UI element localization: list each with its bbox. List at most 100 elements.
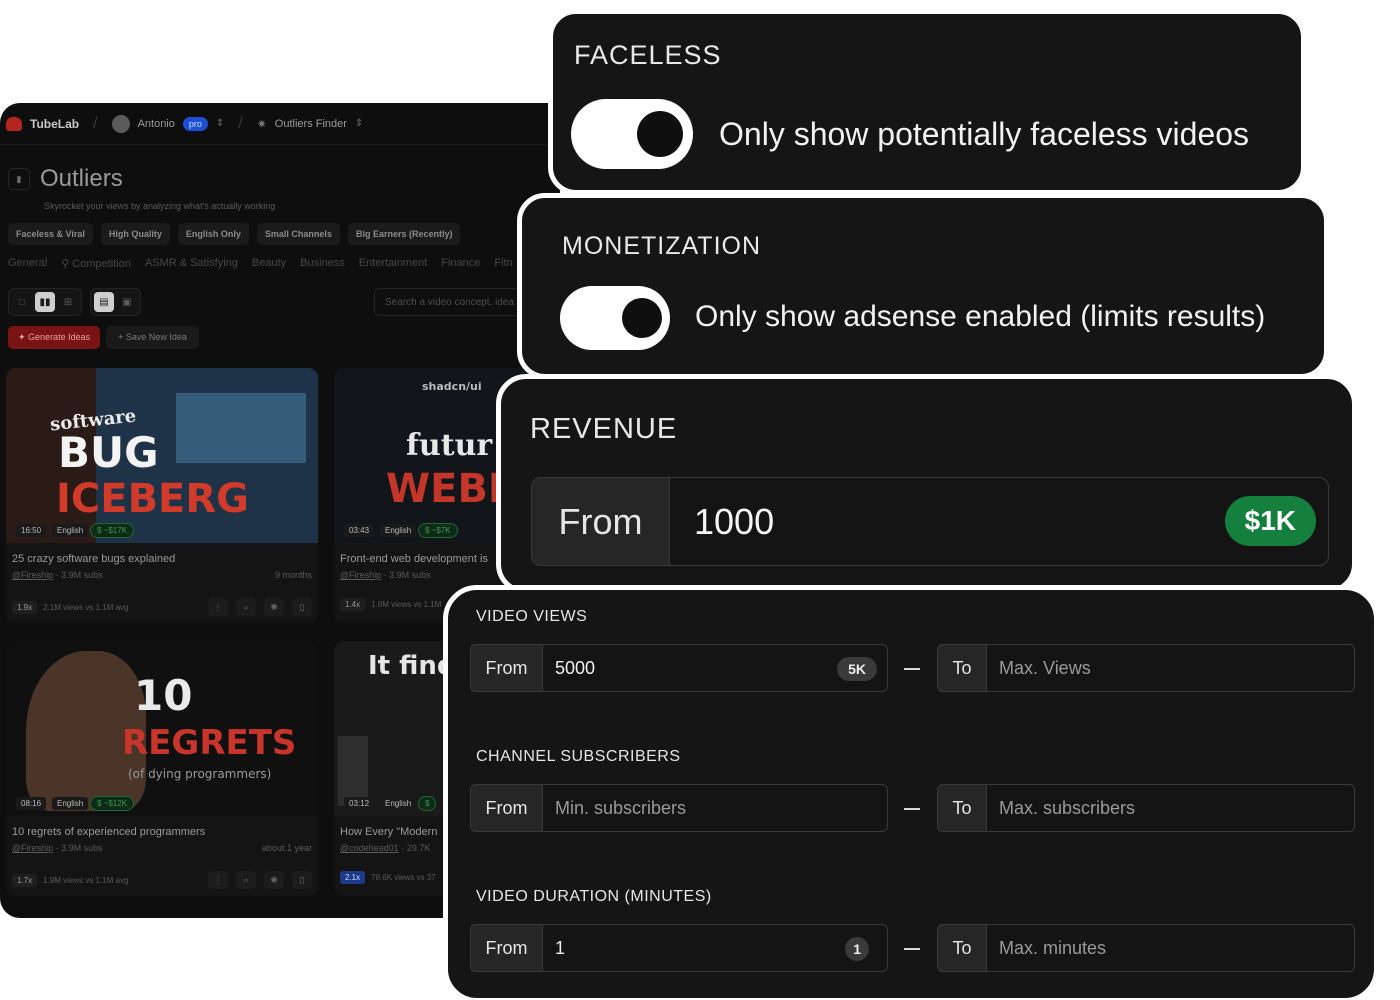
channel-subs: 3.9M subs [389,570,431,580]
video-stats: 1.7x 1.9M views vs 1.1M avg ⋮ ⌕ ✺ ▯ [6,853,318,889]
single-view-icon[interactable]: □ [12,292,32,312]
video-thumbnail[interactable]: software BUG ICEBERG 16:50 English $ ~$1… [6,368,318,543]
range-dash [904,668,920,670]
chevron-updown-icon[interactable]: ⇕ [355,118,363,129]
thumbnail-can [338,736,368,806]
chip-big-earners[interactable]: Big Earners (Recently) [347,223,461,245]
video-age: 9 months [274,570,312,580]
tab-finance[interactable]: Finance [441,257,480,270]
document-icon[interactable]: ▤ [94,292,114,312]
thumbnail-text-2: BUG [58,428,159,477]
user-avatar[interactable] [111,114,130,133]
preset-chips: Faceless & Viral High Quality English On… [8,223,552,245]
tab-beauty[interactable]: Beauty [252,257,286,270]
image-icon[interactable]: ▣ [117,292,137,312]
tab-fitness[interactable]: Fitn [494,257,512,270]
language-badge: English [52,797,89,810]
columns-view-icon[interactable]: ▮▮ [35,292,55,312]
revenue-panel: REVENUE From 1000 $1K [496,374,1357,594]
video-card[interactable]: 10 REGRETS (of dying programmers) 08:16 … [6,641,318,896]
views-to-field[interactable]: To Max. Views [937,644,1355,692]
video-card[interactable]: software BUG ICEBERG 16:50 English $ ~$1… [6,368,318,623]
video-age: about 1 year [261,843,312,853]
search-icon[interactable]: ⌕ [236,598,256,616]
tool-name[interactable]: Outliers Finder [275,118,347,130]
duration-to-input[interactable]: Max. minutes [999,925,1106,971]
chip-faceless-viral[interactable]: Faceless & Viral [8,223,93,245]
views-comparison: 1.9M views vs 1.1M avg [43,875,129,885]
views-from-input[interactable]: 5000 [555,645,595,691]
tab-competition-label: Competition [72,258,131,270]
subscribers-to-input[interactable]: Max. subscribers [999,785,1135,831]
video-views-label: VIDEO VIEWS [476,608,588,625]
duration-from-input[interactable]: 1 [555,925,565,971]
duration-from-field[interactable]: From 1 1 [470,924,888,972]
chip-english-only[interactable]: English Only [177,223,249,245]
search-icon[interactable]: ⌕ [236,871,256,889]
chip-small-channels[interactable]: Small Channels [256,223,340,245]
views-from-field[interactable]: From 5000 5K [470,644,888,692]
duration-from-badge: 1 [845,937,869,961]
tab-competition[interactable]: ⚲ Competition [61,257,131,270]
outlier-multiplier: 1.9x [12,600,38,614]
duration-badge: 08:16 [16,797,47,810]
chevron-updown-icon[interactable]: ⇕ [216,118,224,129]
channel-subs: 29.7K [406,843,431,853]
revenue-from-field[interactable]: From 1000 $1K [531,477,1329,566]
channel-link[interactable]: @Fireship [12,843,53,853]
outlier-multiplier: 2.1x [340,871,366,884]
range-filters-panel: VIDEO VIEWS From 5000 5K To Max. Views C… [443,585,1379,1000]
thumbnail-text-2: REGRETS [122,723,297,763]
chip-high-quality[interactable]: High Quality [100,223,170,245]
sidebar-toggle-icon[interactable]: ▮ [8,168,30,190]
tab-entertainment[interactable]: Entertainment [359,257,427,270]
save-new-idea-button[interactable]: + Save New Idea [106,326,199,349]
channel-link[interactable]: @codehead01 [340,843,399,853]
generate-ideas-label: Generate Ideas [28,332,91,342]
faceless-toggle[interactable] [571,99,693,169]
subscribers-from-addon: From [471,785,543,831]
breadcrumb-separator: / [238,114,243,132]
monetization-toggle[interactable] [560,286,670,350]
channel-subscribers-label: CHANNEL SUBSCRIBERS [476,748,681,765]
channel-link[interactable]: @Fireship [340,570,381,580]
monetization-panel: MONETIZATION Only show adsense enabled (… [517,193,1329,379]
bookmark-icon[interactable]: ▯ [292,871,312,889]
video-thumbnail[interactable]: 10 REGRETS (of dying programmers) 08:16 … [6,641,318,816]
subscribers-from-input[interactable]: Min. subscribers [555,785,686,831]
thumbnail-text-1: 10 [134,671,193,720]
duration-to-field[interactable]: To Max. minutes [937,924,1355,972]
subscribers-to-addon: To [938,785,987,831]
revenue-from-input[interactable]: 1000 [694,478,774,565]
channel-link[interactable]: @Fireship [12,570,53,580]
video-title[interactable]: 25 crazy software bugs explained [6,543,318,565]
revenue-badge: $ ~$7K [418,523,458,538]
content-switcher: ▤ ▣ [90,288,141,316]
subscribers-to-field[interactable]: To Max. subscribers [937,784,1355,832]
thumbnail-text-3: (of dying programmers) [128,767,272,781]
duration-badge: 03:12 [344,797,375,810]
grid-view-icon[interactable]: ⊞ [58,292,78,312]
video-stats: 1.9x 2.1M views vs 1.1M avg ⋮ ⌕ ✺ ▯ [6,580,318,616]
views-to-input[interactable]: Max. Views [999,645,1091,691]
tab-asmr[interactable]: ASMR & Satisfying [145,257,238,270]
faceless-panel: FACELESS Only show potentially faceless … [548,9,1306,195]
tab-general[interactable]: General [8,257,47,270]
generate-ideas-button[interactable]: ✦ Generate Ideas [8,326,101,349]
video-title[interactable]: 10 regrets of experienced programmers [6,816,318,838]
revenue-badge: $ [418,796,437,811]
bookmark-icon[interactable]: ▯ [292,598,312,616]
thumbnail-collage [176,393,306,463]
monetization-label: MONETIZATION [562,232,762,260]
subscribers-from-field[interactable]: From Min. subscribers [470,784,888,832]
channel-subs: 3.9M subs [61,843,103,853]
tab-business[interactable]: Business [300,257,345,270]
more-icon[interactable]: ⋮ [208,598,228,616]
lightbulb-icon[interactable]: ✺ [264,598,284,616]
user-name[interactable]: Antonio [138,118,175,130]
plan-badge: pro [182,116,208,131]
duration-badge: 03:43 [344,524,375,537]
more-icon[interactable]: ⋮ [208,871,228,889]
lightbulb-icon[interactable]: ✺ [264,871,284,889]
range-dash [904,808,920,810]
